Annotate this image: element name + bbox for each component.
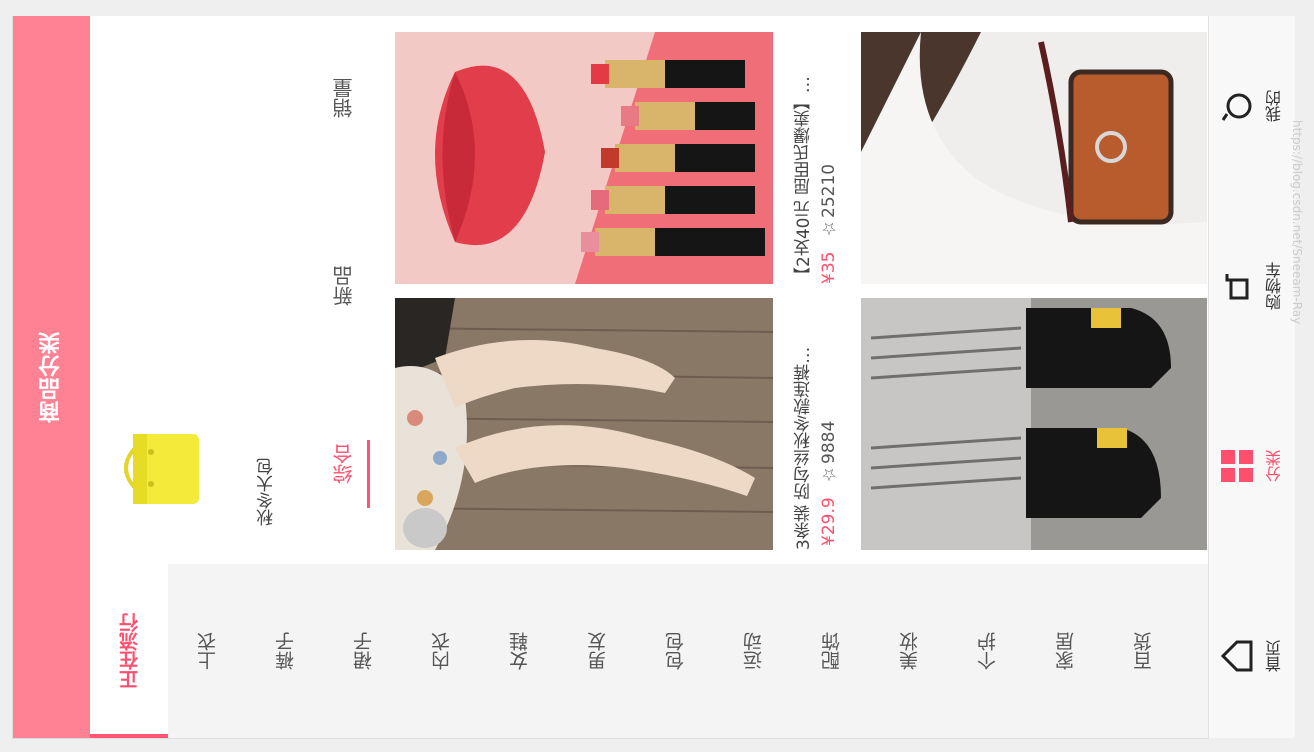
nav-home-label: 首页 bbox=[1265, 640, 1284, 672]
category-item-bags[interactable]: 包包 bbox=[636, 564, 714, 738]
nav-mine[interactable]: 我的 bbox=[1209, 46, 1295, 166]
category-item-accessories[interactable]: 配饰 bbox=[792, 564, 870, 738]
category-label: 家居 bbox=[1054, 632, 1077, 670]
sort-tab-label: 新品 bbox=[332, 266, 356, 306]
nav-mine-label: 我的 bbox=[1265, 90, 1284, 122]
product-image-stockings[interactable] bbox=[395, 298, 773, 550]
category-item-makeup[interactable]: 美妆 bbox=[870, 564, 948, 738]
category-item-pants[interactable]: 裤子 bbox=[246, 564, 324, 738]
home-icon bbox=[1217, 636, 1257, 676]
product-title[interactable]: 【2支40元 屈臣氏爆卖】… bbox=[791, 32, 816, 284]
category-label: 女鞋 bbox=[508, 632, 531, 670]
watermark: https://blog.csdn.net/Sneeam-Ray bbox=[1290, 120, 1304, 325]
grid-icon bbox=[1217, 446, 1257, 486]
category-item-skirts[interactable]: 裙子 bbox=[324, 564, 402, 738]
active-indicator bbox=[90, 734, 168, 738]
category-label: 上衣 bbox=[196, 632, 219, 670]
nav-category-label: 分类 bbox=[1265, 450, 1284, 482]
nav-cart-label: 购物车 bbox=[1265, 262, 1284, 310]
cart-icon bbox=[1217, 266, 1257, 306]
category-sidebar: 正在流行 上衣 裤子 裙子 内衣 女鞋 男友 包包 运动 配饰 美妆 个护 家居… bbox=[90, 564, 1209, 738]
subcategory-bag-image[interactable] bbox=[111, 418, 211, 518]
product-meta: ¥29.9 ☆9884 bbox=[819, 376, 839, 546]
product-meta: ¥35 ☆25210 bbox=[819, 94, 839, 284]
category-label: 个护 bbox=[976, 632, 999, 670]
nav-cart[interactable]: 购物车 bbox=[1209, 226, 1295, 346]
sort-tab-label: 综合 bbox=[332, 444, 356, 484]
category-item-personal-care[interactable]: 个护 bbox=[948, 564, 1026, 738]
category-label: 裙子 bbox=[352, 632, 375, 670]
nav-category[interactable]: 分类 bbox=[1209, 406, 1295, 526]
category-item-general[interactable]: 百货 bbox=[1104, 564, 1182, 738]
category-label: 运动 bbox=[742, 632, 765, 670]
product-image-lipstick[interactable] bbox=[395, 32, 773, 284]
category-label: 正在流行 bbox=[118, 613, 141, 689]
search-icon bbox=[1217, 86, 1257, 126]
category-label: 裤子 bbox=[274, 632, 297, 670]
product-fav-count: ☆9884 bbox=[819, 420, 839, 484]
category-item-boyfriend[interactable]: 男友 bbox=[558, 564, 636, 738]
sort-tab-overall[interactable]: 综合 bbox=[329, 444, 358, 484]
app-screen: 商品分类 正在流行 上衣 裤子 裙子 内衣 女鞋 男友 包包 运动 配饰 美妆 … bbox=[12, 16, 1209, 739]
product-title[interactable]: 3条装 防勾丝秋冬款连裤… bbox=[791, 298, 816, 550]
category-item-tops[interactable]: 上衣 bbox=[168, 564, 246, 738]
subcategory-label[interactable]: 秋冬大包 bbox=[254, 416, 279, 526]
category-label: 配饰 bbox=[820, 632, 843, 670]
sort-tab-label: 销量 bbox=[332, 78, 356, 118]
category-item-womens-shoes[interactable]: 女鞋 bbox=[480, 564, 558, 738]
sort-active-indicator bbox=[367, 440, 370, 508]
category-label: 男友 bbox=[586, 632, 609, 670]
nav-home[interactable]: 首页 bbox=[1209, 596, 1295, 716]
category-label: 内衣 bbox=[430, 632, 453, 670]
category-label: 百货 bbox=[1132, 632, 1155, 670]
product-image-handbag[interactable] bbox=[861, 32, 1207, 284]
category-item-trending[interactable]: 正在流行 bbox=[90, 564, 168, 738]
category-item-sports[interactable]: 运动 bbox=[714, 564, 792, 738]
category-label: 包包 bbox=[664, 632, 687, 670]
product-image-boots[interactable] bbox=[861, 298, 1207, 550]
page-title: 商品分类 bbox=[38, 331, 64, 423]
category-label: 美妆 bbox=[898, 632, 921, 670]
tab-bar: 首页 分类 购物车 我的 bbox=[1208, 16, 1295, 738]
product-fav-count: ☆25210 bbox=[819, 164, 839, 239]
page-header: 商品分类 bbox=[13, 16, 90, 738]
category-item-underwear[interactable]: 内衣 bbox=[402, 564, 480, 738]
product-price: ¥29.9 bbox=[819, 497, 839, 546]
sort-tab-new[interactable]: 新品 bbox=[329, 266, 358, 306]
sort-tab-sales[interactable]: 销量 bbox=[329, 78, 358, 118]
product-price: ¥35 bbox=[819, 251, 839, 284]
category-item-home[interactable]: 家居 bbox=[1026, 564, 1104, 738]
